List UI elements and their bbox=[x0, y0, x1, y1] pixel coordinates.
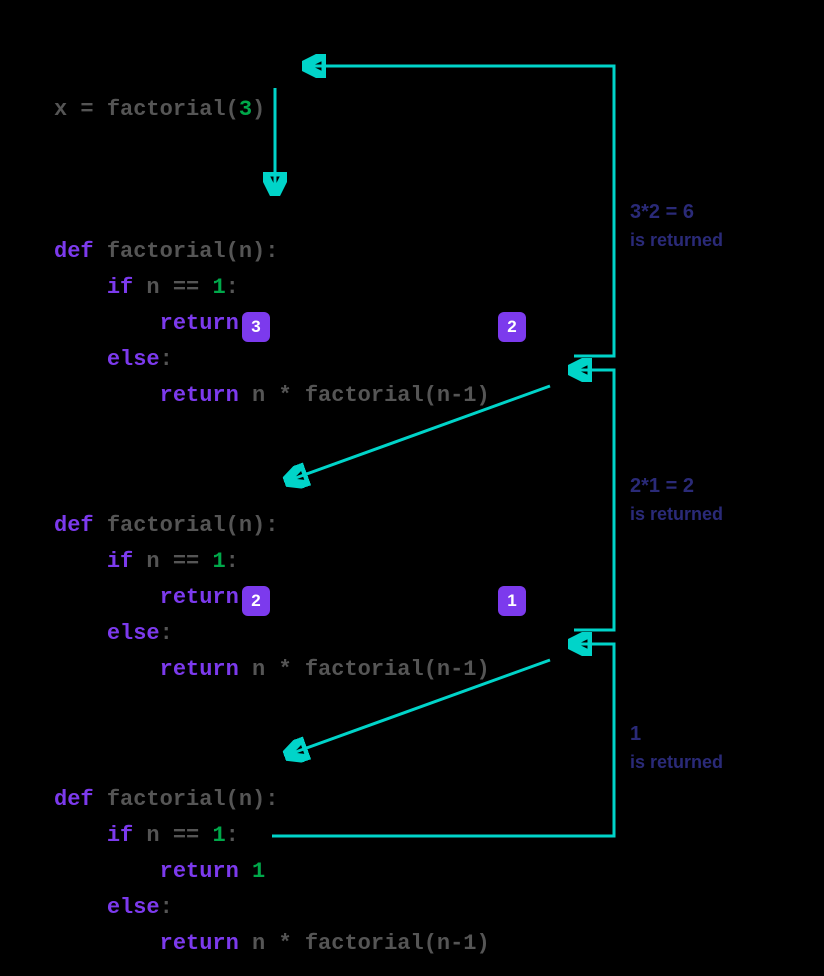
kw-if: if bbox=[107, 823, 133, 848]
recursive-call: factorial bbox=[305, 383, 424, 408]
param-n: n bbox=[239, 787, 252, 812]
fn-name: factorial bbox=[107, 513, 226, 538]
arrow-return-2-to-1-icon bbox=[574, 370, 614, 630]
kw-else: else bbox=[107, 895, 160, 920]
kw-return: return bbox=[160, 311, 239, 336]
kw-if: if bbox=[107, 549, 133, 574]
call-open: ( bbox=[226, 97, 239, 122]
kw-else: else bbox=[107, 347, 160, 372]
call-line: x = factorial(3) bbox=[54, 56, 265, 128]
fn-name: factorial bbox=[107, 787, 226, 812]
def-block-1: def factorial(n): if n == 1: return 1 el… bbox=[54, 198, 490, 414]
kw-return: return bbox=[160, 931, 239, 956]
kw-if: if bbox=[107, 275, 133, 300]
call-fn: factorial bbox=[107, 97, 226, 122]
kw-def: def bbox=[54, 787, 94, 812]
kw-return: return bbox=[160, 585, 239, 610]
call-close: ) bbox=[252, 97, 265, 122]
annot-returned-label: is returned bbox=[630, 500, 723, 528]
annotation-3: 1 is returned bbox=[630, 720, 723, 776]
kw-def: def bbox=[54, 513, 94, 538]
kw-return: return bbox=[160, 859, 239, 884]
param-n: n bbox=[239, 239, 252, 264]
param-n: n bbox=[239, 513, 252, 538]
kw-def: def bbox=[54, 239, 94, 264]
kw-return: return bbox=[160, 383, 239, 408]
annotation-2: 2*1 = 2 is returned bbox=[630, 472, 723, 528]
call-lhs: x bbox=[54, 97, 67, 122]
recursive-call: factorial bbox=[305, 931, 424, 956]
annot-value: 1 bbox=[630, 720, 723, 748]
badge-arg-1: 2 bbox=[498, 312, 526, 342]
annot-value: 2*1 = 2 bbox=[630, 472, 723, 500]
annot-returned-label: is returned bbox=[630, 226, 723, 254]
badge-n-2: 2 bbox=[242, 586, 270, 616]
annotation-1: 3*2 = 6 is returned bbox=[630, 198, 723, 254]
def-block-3: def factorial(n): if n == 1: return 1 el… bbox=[54, 746, 490, 962]
badge-n-1: 3 bbox=[242, 312, 270, 342]
call-assign: = bbox=[67, 97, 107, 122]
kw-else: else bbox=[107, 621, 160, 646]
recursive-call: factorial bbox=[305, 657, 424, 682]
def-block-2: def factorial(n): if n == 1: return 1 el… bbox=[54, 472, 490, 688]
call-arg: 3 bbox=[239, 97, 252, 122]
annot-returned-label: is returned bbox=[630, 748, 723, 776]
badge-arg-2: 1 bbox=[498, 586, 526, 616]
annot-value: 3*2 = 6 bbox=[630, 198, 723, 226]
fn-name: factorial bbox=[107, 239, 226, 264]
kw-return: return bbox=[160, 657, 239, 682]
